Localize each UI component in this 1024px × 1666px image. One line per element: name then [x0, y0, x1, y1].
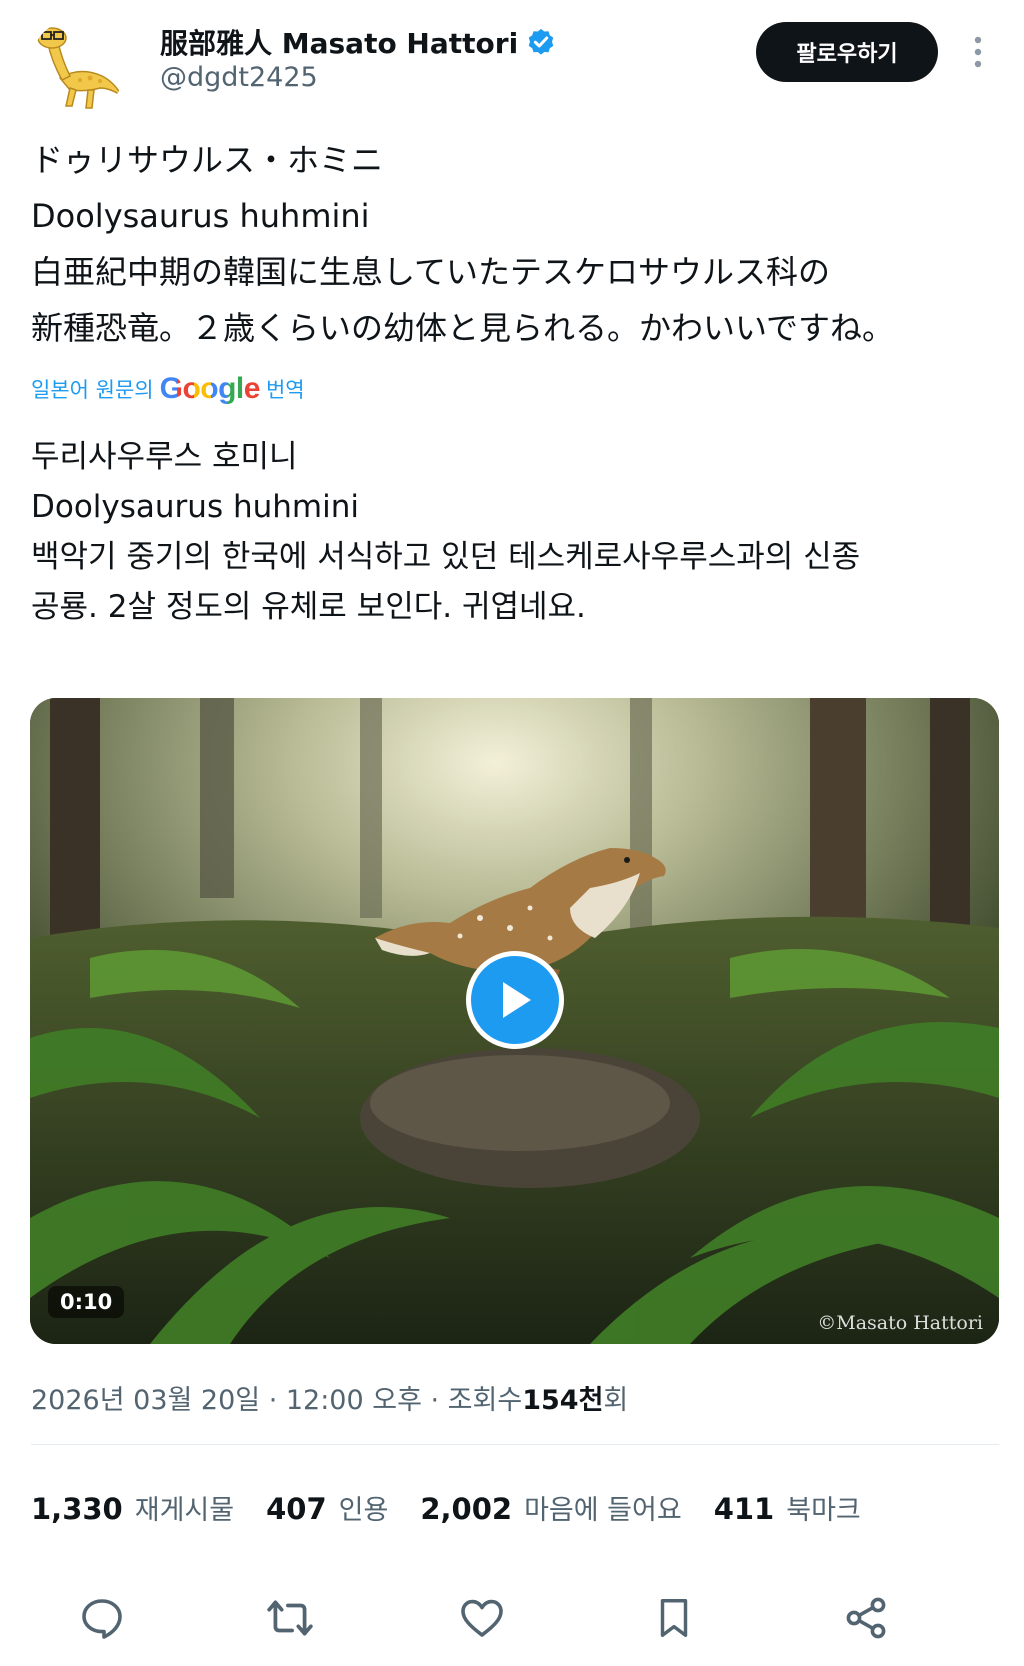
post-date-time[interactable]: 2026년 03월 20일 · 12:00 오후 · 조회수: [31, 1378, 522, 1417]
translate-prefix: 일본어 원문의: [31, 378, 154, 402]
yellow-dinosaur-avatar-icon[interactable]: [30, 18, 126, 114]
reposts-count: 1,330: [31, 1492, 123, 1526]
more-vertical-icon[interactable]: [966, 32, 990, 72]
tweet-original-text: ドゥリサウルス・ホミニ Doolysaurus huhmini 白亜紀中期の韓国…: [31, 132, 991, 356]
engagement-stats: 1,330 재게시물 407 인용 2,002 마음에 들어요 411 북마크: [31, 1488, 893, 1527]
translated-line: 공룡. 2살 정도의 유체로 보인다. 귀엽네요.: [31, 589, 586, 625]
tweet-detail-page: 服部雅人 Masato Hattori @dgdt2425 팔로우하기 ドゥリサ…: [0, 0, 1024, 1666]
verified-badge-icon: [528, 28, 554, 55]
bookmarks-label: 북마크: [786, 1495, 861, 1526]
views-suffix: 회: [603, 1385, 629, 1416]
reply-icon[interactable]: [74, 1590, 130, 1646]
likes-label: 마음에 들어요: [524, 1495, 682, 1526]
translated-line: 백악기 중기의 한국에 서식하고 있던 테스케로사우루스과의 신종: [31, 539, 861, 575]
image-watermark: ©Masato Hattori: [817, 1312, 983, 1334]
likes-stat[interactable]: 2,002 마음에 들어요: [420, 1488, 681, 1527]
translated-line: 두리사우루스 호미니: [31, 439, 298, 475]
bookmark-icon[interactable]: [646, 1590, 702, 1646]
author-display-name[interactable]: 服部雅人 Masato Hattori: [160, 22, 518, 62]
google-translate-attribution[interactable]: 일본어 원문의 Google 번역: [31, 372, 305, 406]
play-icon[interactable]: [466, 951, 564, 1049]
video-duration: 0:10: [48, 1286, 125, 1318]
reposts-stat[interactable]: 1,330 재게시물: [31, 1488, 234, 1527]
quotes-count: 407: [266, 1492, 327, 1526]
views-count: 154천: [522, 1385, 604, 1416]
translated-line: Doolysaurus huhmini: [31, 489, 359, 525]
bookmarks-count: 411: [713, 1492, 775, 1526]
original-line: 新種恐竜。２歳くらいの幼体と見られる。かわいいですね。: [31, 309, 895, 347]
heart-icon[interactable]: [454, 1590, 510, 1646]
divider: [31, 1444, 999, 1445]
author-handle[interactable]: @dgdt2425: [160, 62, 318, 93]
tweet-header: 服部雅人 Masato Hattori @dgdt2425 팔로우하기: [0, 0, 1024, 120]
original-line: 白亜紀中期の韓国に生息していたテスケロサウルス科の: [31, 253, 831, 291]
quotes-label: 인용: [338, 1495, 389, 1526]
reposts-label: 재게시물: [134, 1495, 235, 1526]
original-line: Doolysaurus huhmini: [31, 197, 370, 235]
repost-icon[interactable]: [262, 1590, 318, 1646]
translate-suffix: 번역: [265, 378, 305, 402]
tweet-action-bar: [0, 1590, 1024, 1646]
tweet-translated-text: 두리사우루스 호미니 Doolysaurus huhmini 백악기 중기의 한…: [31, 432, 991, 632]
author-name-row: 服部雅人 Masato Hattori: [160, 22, 556, 62]
google-logo-icon: Google: [159, 372, 261, 405]
likes-count: 2,002: [420, 1492, 513, 1526]
video-player[interactable]: 0:10 ©Masato Hattori: [30, 698, 999, 1344]
follow-button[interactable]: 팔로우하기: [756, 22, 938, 82]
quotes-stat[interactable]: 407 인용: [266, 1488, 388, 1527]
original-line: ドゥリサウルス・ホミニ: [31, 141, 384, 179]
tweet-meta: 2026년 03월 20일 · 12:00 오후 · 조회수 154천 회: [31, 1378, 628, 1417]
share-icon[interactable]: [838, 1590, 894, 1646]
bookmarks-stat[interactable]: 411 북마크: [714, 1488, 861, 1527]
